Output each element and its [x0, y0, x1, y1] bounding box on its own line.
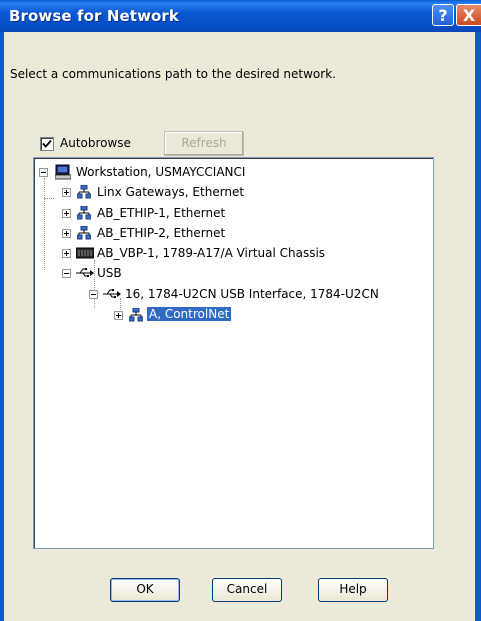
tree-item-label: AB_ETHIP-1, Ethernet	[97, 206, 226, 220]
tree-item-label: USB	[97, 266, 122, 280]
autobrowse-checkbox[interactable]	[40, 137, 54, 151]
network-icon	[77, 226, 91, 240]
cancel-button[interactable]: Cancel	[212, 578, 282, 602]
tree-item-label: AB_ETHIP-2, Ethernet	[97, 226, 226, 240]
network-icon	[77, 185, 91, 199]
close-button[interactable]: X	[456, 4, 481, 26]
tree-item-label: Workstation, USMAYCCIANCI	[76, 165, 246, 179]
title-bar[interactable]: Browse for Network ? X	[0, 0, 481, 32]
chassis-icon	[76, 247, 94, 259]
window-frame-left	[0, 32, 4, 621]
refresh-button[interactable]: Refresh	[164, 131, 244, 156]
checkmark-icon	[42, 139, 52, 148]
help-button[interactable]: Help	[318, 578, 388, 602]
expand-toggle[interactable]	[114, 311, 123, 320]
browse-for-network-dialog: Browse for Network ? X Select a communic…	[0, 0, 481, 621]
tree-item-label: Linx Gateways, Ethernet	[97, 185, 245, 199]
usb-icon	[103, 289, 121, 298]
window-title: Browse for Network	[9, 7, 180, 25]
usb-icon	[76, 268, 94, 277]
help-title-button[interactable]: ?	[432, 4, 454, 26]
network-icon	[129, 308, 143, 322]
ok-button[interactable]: OK	[110, 578, 180, 602]
computer-icon	[55, 164, 71, 180]
expand-toggle[interactable]	[62, 188, 71, 197]
expand-toggle[interactable]	[62, 209, 71, 218]
selected-tree-item-label: A, ControlNet	[147, 307, 232, 321]
instruction-text: Select a communications path to the desi…	[10, 67, 336, 81]
tree-connector	[44, 198, 54, 199]
tree-connector	[94, 260, 95, 308]
tree-connector	[44, 178, 45, 270]
window-frame-right	[475, 32, 481, 621]
collapse-toggle[interactable]	[62, 269, 71, 278]
expand-toggle[interactable]	[62, 249, 71, 258]
expand-toggle[interactable]	[62, 229, 71, 238]
collapse-toggle[interactable]	[39, 168, 48, 177]
tree-item-label: AB_VBP-1, 1789-A17/A Virtual Chassis	[97, 246, 326, 260]
network-tree[interactable]: Workstation, USMAYCCIANCI Linx Gateways,…	[33, 157, 434, 549]
collapse-toggle[interactable]	[89, 290, 98, 299]
network-icon	[77, 206, 91, 220]
autobrowse-label[interactable]: Autobrowse	[60, 136, 131, 150]
tree-item-label: 16, 1784-U2CN USB Interface, 1784-U2CN	[125, 287, 379, 301]
